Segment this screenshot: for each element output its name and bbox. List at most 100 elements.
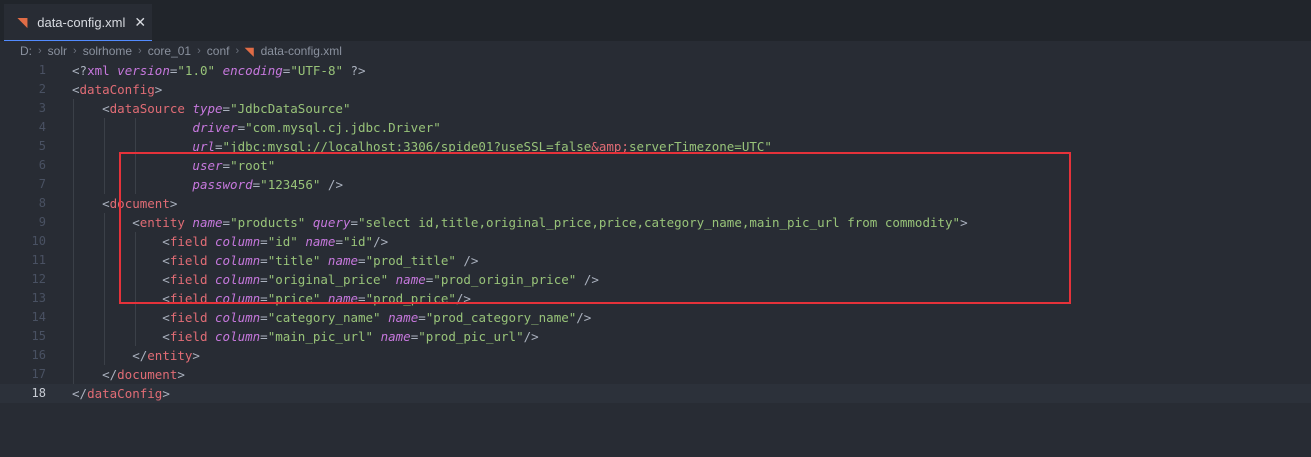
line-number: 9 [38,215,46,229]
code-token: ?> [343,63,366,78]
code-token: column [215,329,261,344]
code-line[interactable]: 2 <dataConfig> [0,80,1311,99]
code-token: <? [72,63,88,78]
code-token: field [169,329,208,344]
code-text: <field column="main_pic_url" name="prod_… [72,327,539,346]
line-number: 6 [38,158,46,172]
code-token: = [418,310,426,325]
code-token: "1.0" [177,63,216,78]
code-token: name [388,310,419,325]
code-token: encoding [222,63,283,78]
code-text: driver="com.mysql.cj.jdbc.Driver" [72,118,441,137]
code-token: entity [147,348,193,363]
breadcrumb-solr[interactable]: solr [48,44,67,58]
chevron-right-icon: › [138,45,142,57]
code-line[interactable]: 4 driver="com.mysql.cj.jdbc.Driver" [0,118,1311,137]
line-number: 12 [31,272,46,286]
breadcrumb-conf[interactable]: conf [207,44,230,58]
code-token: dataConfig [87,386,163,401]
line-number: 16 [31,348,46,362]
code-token: < [72,82,80,97]
code-token: = [260,310,268,325]
line-number: 8 [38,196,46,210]
code-text: <field column="category_name" name="prod… [72,308,591,327]
code-token: document [117,367,178,382]
line-number: 14 [31,310,46,324]
code-token: = [237,120,246,135]
code-token: xml [87,63,110,78]
rss-icon: ◥ [18,15,28,29]
code-line[interactable]: 1 <?xml version="1.0" encoding="UTF-8" ?> [0,61,1311,80]
code-token: "main_pic_url" [267,329,374,344]
code-token: "com.mysql.cj.jdbc.Driver" [245,120,441,135]
breadcrumb: D: › solr › solrhome › core_01 › conf › … [0,41,1311,61]
code-token: < [72,329,170,344]
chevron-right-icon: › [235,45,240,57]
code-token: </ [72,367,118,382]
code-text: </entity> [72,346,200,365]
code-token: = [222,101,231,116]
breadcrumb-core-01[interactable]: core_01 [148,44,191,58]
line-number: 17 [31,367,46,381]
code-token: "prod_category_name" [425,310,577,325]
code-token: > [192,348,200,363]
chevron-right-icon: › [73,45,77,57]
code-token: < [72,310,170,325]
code-token: "JdbcDataSource" [230,101,351,116]
code-token: field [169,310,208,325]
line-number: 2 [38,82,46,96]
tab-bar: ◥ data-config.xml ✕ [0,0,1311,41]
line-number: 4 [38,120,46,134]
line-number: 3 [38,101,46,115]
code-token: < [72,101,110,116]
code-token: = [260,329,268,344]
close-icon[interactable]: ✕ [134,14,146,31]
code-token: name [380,329,411,344]
chevron-right-icon: › [38,45,42,57]
code-token: /> [576,310,592,325]
code-text: </dataConfig> [72,384,170,403]
breadcrumb-solrhome[interactable]: solrhome [83,44,132,58]
code-line[interactable]: 14 <field column="category_name" name="p… [0,308,1311,327]
code-line[interactable]: 16 </entity> [0,346,1311,365]
code-token: "prod_pic_url" [418,329,524,344]
code-token: driver [192,120,238,135]
code-line[interactable]: 15 <field column="main_pic_url" name="pr… [0,327,1311,346]
line-number: 10 [31,234,46,248]
code-line[interactable]: 17 </document> [0,365,1311,384]
line-number: 11 [31,253,46,267]
code-text: <dataSource type="JdbcDataSource" [72,99,351,118]
chevron-right-icon: › [197,45,201,57]
code-line[interactable]: 18 </dataConfig> [0,384,1311,403]
code-text: </document> [72,365,185,384]
tab-data-config-xml[interactable]: ◥ data-config.xml ✕ [4,4,152,41]
code-token: dataSource [109,101,185,116]
breadcrumb-file[interactable]: data-config.xml [261,44,342,58]
code-token: </ [72,348,148,363]
breadcrumb-drive[interactable]: D: [20,44,32,58]
code-token: > [177,367,185,382]
code-token: "UTF-8" [290,63,343,78]
line-number: 1 [38,63,46,77]
code-token: </ [72,386,88,401]
code-line[interactable]: 3 <dataSource type="JdbcDataSource" [0,99,1311,118]
code-token: column [215,310,261,325]
rss-icon: ◥ [245,45,254,58]
tab-label: data-config.xml [37,14,126,30]
code-text: <dataConfig> [72,80,162,99]
code-token: < [72,196,110,211]
code-token: > [154,82,163,97]
code-token: /> [523,329,539,344]
line-number: 13 [31,291,46,305]
line-number: 5 [38,139,46,153]
code-token: > [162,386,170,401]
annotation-highlight-box [119,152,1071,304]
code-token: version [117,63,170,78]
line-number: 18 [31,386,46,400]
